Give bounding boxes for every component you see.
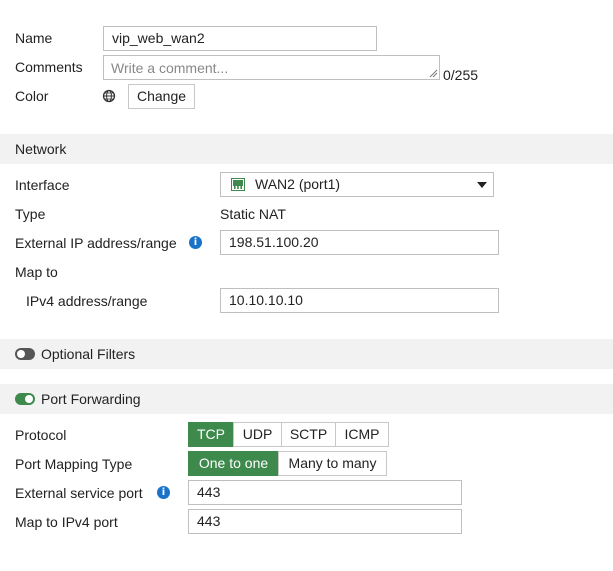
ipv4-input[interactable]: 10.10.10.10 (220, 288, 499, 313)
protocol-tcp-button[interactable]: TCP (188, 422, 234, 447)
caret-down-icon (477, 182, 487, 188)
external-service-port-input[interactable]: 443 (188, 480, 462, 505)
external-ip-info-icon[interactable]: i (189, 236, 202, 249)
port-forwarding-toggle[interactable] (15, 393, 35, 405)
protocol-udp-button[interactable]: UDP (233, 422, 282, 447)
change-color-button[interactable]: Change (128, 84, 195, 109)
comments-label: Comments (15, 59, 83, 75)
optional-filters-label: Optional Filters (41, 346, 136, 362)
globe-color-icon (102, 89, 116, 103)
protocol-icmp-button[interactable]: ICMP (335, 422, 389, 447)
interface-value: WAN2 (port1) (255, 176, 341, 192)
external-ip-label: External IP address/range (15, 235, 177, 251)
port-mapping-type-label: Port Mapping Type (15, 456, 133, 472)
mapping-many-to-many-button[interactable]: Many to many (278, 451, 387, 476)
protocol-label: Protocol (15, 427, 67, 443)
external-port-info-icon[interactable]: i (157, 486, 170, 499)
map-to-ipv4-port-input[interactable]: 443 (188, 509, 462, 534)
interface-select[interactable]: WAN2 (port1) (220, 172, 494, 197)
name-input[interactable]: vip_web_wan2 (103, 26, 377, 51)
name-label: Name (15, 30, 53, 46)
network-section-title: Network (15, 141, 67, 157)
external-ip-input[interactable]: 198.51.100.20 (220, 230, 499, 255)
color-label: Color (15, 88, 49, 104)
ipv4-label: IPv4 address/range (26, 293, 148, 309)
external-service-port-label: External service port (15, 485, 143, 501)
map-to-label: Map to (15, 264, 58, 280)
map-to-ipv4-port-label: Map to IPv4 port (15, 514, 118, 530)
interface-label: Interface (15, 177, 70, 193)
optional-filters-header: Optional Filters (0, 339, 613, 369)
comments-counter: 0/255 (443, 67, 479, 83)
network-port-icon (231, 178, 245, 191)
type-label: Type (15, 206, 46, 222)
network-section-header: Network (0, 134, 613, 164)
port-forwarding-label: Port Forwarding (41, 391, 141, 407)
type-value: Static NAT (220, 206, 286, 222)
mapping-one-to-one-button[interactable]: One to one (188, 451, 279, 476)
optional-filters-toggle[interactable] (15, 348, 35, 360)
port-forwarding-header: Port Forwarding (0, 384, 613, 414)
resize-handle-icon[interactable] (429, 69, 438, 78)
comments-textarea[interactable]: Write a comment... (103, 55, 440, 80)
protocol-sctp-button[interactable]: SCTP (281, 422, 336, 447)
